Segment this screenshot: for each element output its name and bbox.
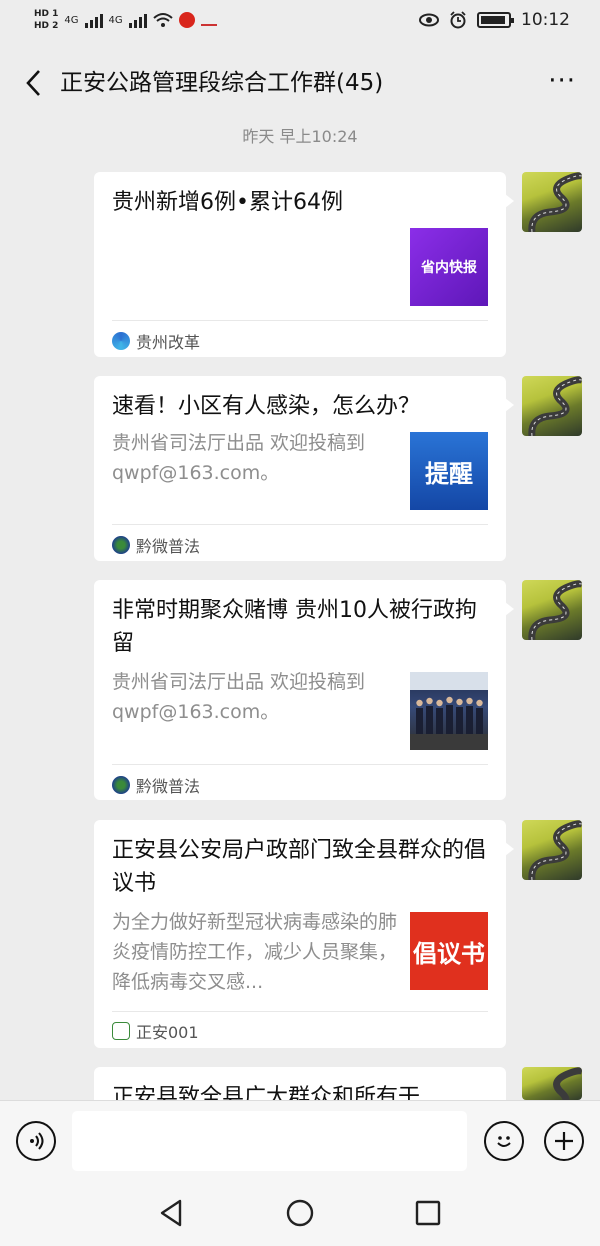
card-thumbnail: 提醒 xyxy=(410,432,488,510)
card-description: 贵州省司法厅出品 欢迎投稿到qwpf@163.com。 xyxy=(112,432,366,484)
card-description: 为全力做好新型冠状病毒感染的肺炎疫情防控工作，减少人员聚集，降低病毒交叉感... xyxy=(112,911,398,993)
hd-badges: HD 1 HD 2 xyxy=(34,8,58,32)
clock-label: 10:12 xyxy=(521,10,570,30)
source-name: 正安001 xyxy=(136,1023,199,1042)
avatar[interactable] xyxy=(522,376,582,436)
link-card-message[interactable]: 贵州新增6例•累计64例 省内快报 贵州改革 xyxy=(94,172,514,357)
plus-button[interactable] xyxy=(544,1121,584,1161)
card-description: 贵州省司法厅出品 欢迎投稿到qwpf@163.com。 xyxy=(112,671,366,723)
people-photo-icon xyxy=(410,672,488,750)
status-right: 10:12 xyxy=(419,10,570,30)
emoji-icon xyxy=(497,1136,511,1147)
card-thumbnail: 省内快报 xyxy=(410,228,488,306)
signal-icon xyxy=(128,12,147,28)
card-title: 非常时期聚众赌博 贵州10人被行政拘留 xyxy=(112,598,477,656)
card-source: 贵州改革 xyxy=(112,329,200,353)
link-card-message[interactable]: 正安县公安局户政部门致全县群众的倡议书 为全力做好新型冠状病毒感染的肺炎疫情防控… xyxy=(94,820,514,1048)
net1-label: 4G xyxy=(64,14,79,26)
avatar[interactable] xyxy=(522,580,582,640)
thumb-text: 提醒 xyxy=(425,459,473,488)
emoji-button[interactable] xyxy=(484,1121,524,1161)
hd1-label: HD 1 xyxy=(34,9,59,19)
card-title: 正安县公安局户政部门致全县群众的倡议书 xyxy=(112,838,487,896)
card-title: 贵州新增6例•累计64例 xyxy=(112,190,343,215)
home-circle-icon[interactable] xyxy=(285,1198,315,1228)
notification-app-icon xyxy=(178,12,195,28)
card-thumbnail xyxy=(410,672,488,750)
voice-button[interactable] xyxy=(16,1121,56,1161)
source-name: 贵州改革 xyxy=(136,333,201,352)
net2-label: 4G xyxy=(108,14,123,26)
chevron-left-icon xyxy=(26,70,40,96)
back-button[interactable] xyxy=(18,66,48,100)
input-bar xyxy=(0,1100,600,1180)
avatar[interactable] xyxy=(522,820,582,880)
battery-icon xyxy=(477,12,514,28)
source-name: 黔微普法 xyxy=(136,537,201,556)
wifi-icon xyxy=(152,13,173,27)
back-triangle-icon[interactable] xyxy=(156,1198,186,1228)
message-input[interactable] xyxy=(72,1111,467,1171)
avatar[interactable] xyxy=(522,172,582,232)
notification-app-icon xyxy=(200,14,217,26)
source-name: 黔微普法 xyxy=(136,777,201,796)
thumb-text: 倡议书 xyxy=(413,939,485,968)
source-logo-icon xyxy=(112,1022,130,1040)
card-divider xyxy=(112,320,488,321)
card-source: 黔微普法 xyxy=(112,773,200,797)
avatar[interactable] xyxy=(522,1067,582,1100)
card-title: 速看！小区有人感染，怎么办？ xyxy=(112,394,421,419)
card-source: 正安001 xyxy=(112,1019,199,1043)
thumb-text: 省内快报 xyxy=(421,260,477,276)
alarm-icon xyxy=(450,11,466,29)
message-timestamp: 昨天 早上10:24 xyxy=(242,127,358,146)
hd2-label: HD 2 xyxy=(34,21,59,31)
plus-icon xyxy=(555,1132,573,1150)
more-button[interactable]: ··· xyxy=(548,64,576,98)
card-divider xyxy=(112,524,488,525)
card-thumbnail: 倡议书 xyxy=(410,912,488,990)
card-divider xyxy=(112,1011,488,1012)
card-divider xyxy=(112,764,488,765)
source-logo-icon xyxy=(112,332,130,350)
voice-icon xyxy=(30,1132,44,1150)
signal-icon xyxy=(84,12,103,28)
source-logo-icon xyxy=(112,776,130,794)
chat-title: 正安公路管理段综合工作群(45) xyxy=(60,70,384,96)
eye-icon xyxy=(419,13,439,27)
link-card-message[interactable]: 非常时期聚众赌博 贵州10人被行政拘留 贵州省司法厅出品 欢迎投稿到qwpf@1… xyxy=(94,580,514,800)
system-navigation-bar xyxy=(0,1180,600,1246)
recents-square-icon[interactable] xyxy=(413,1198,443,1228)
status-bar: HD 1 HD 2 4G 4G 10:12 xyxy=(0,0,600,44)
link-card-message[interactable]: 速看！小区有人感染，怎么办？ 贵州省司法厅出品 欢迎投稿到qwpf@163.co… xyxy=(94,376,514,561)
card-source: 黔微普法 xyxy=(112,533,200,557)
source-logo-icon xyxy=(112,536,130,554)
chat-header: 正安公路管理段综合工作群(45) ··· xyxy=(0,44,600,120)
status-left: HD 1 HD 2 4G 4G xyxy=(34,8,217,32)
